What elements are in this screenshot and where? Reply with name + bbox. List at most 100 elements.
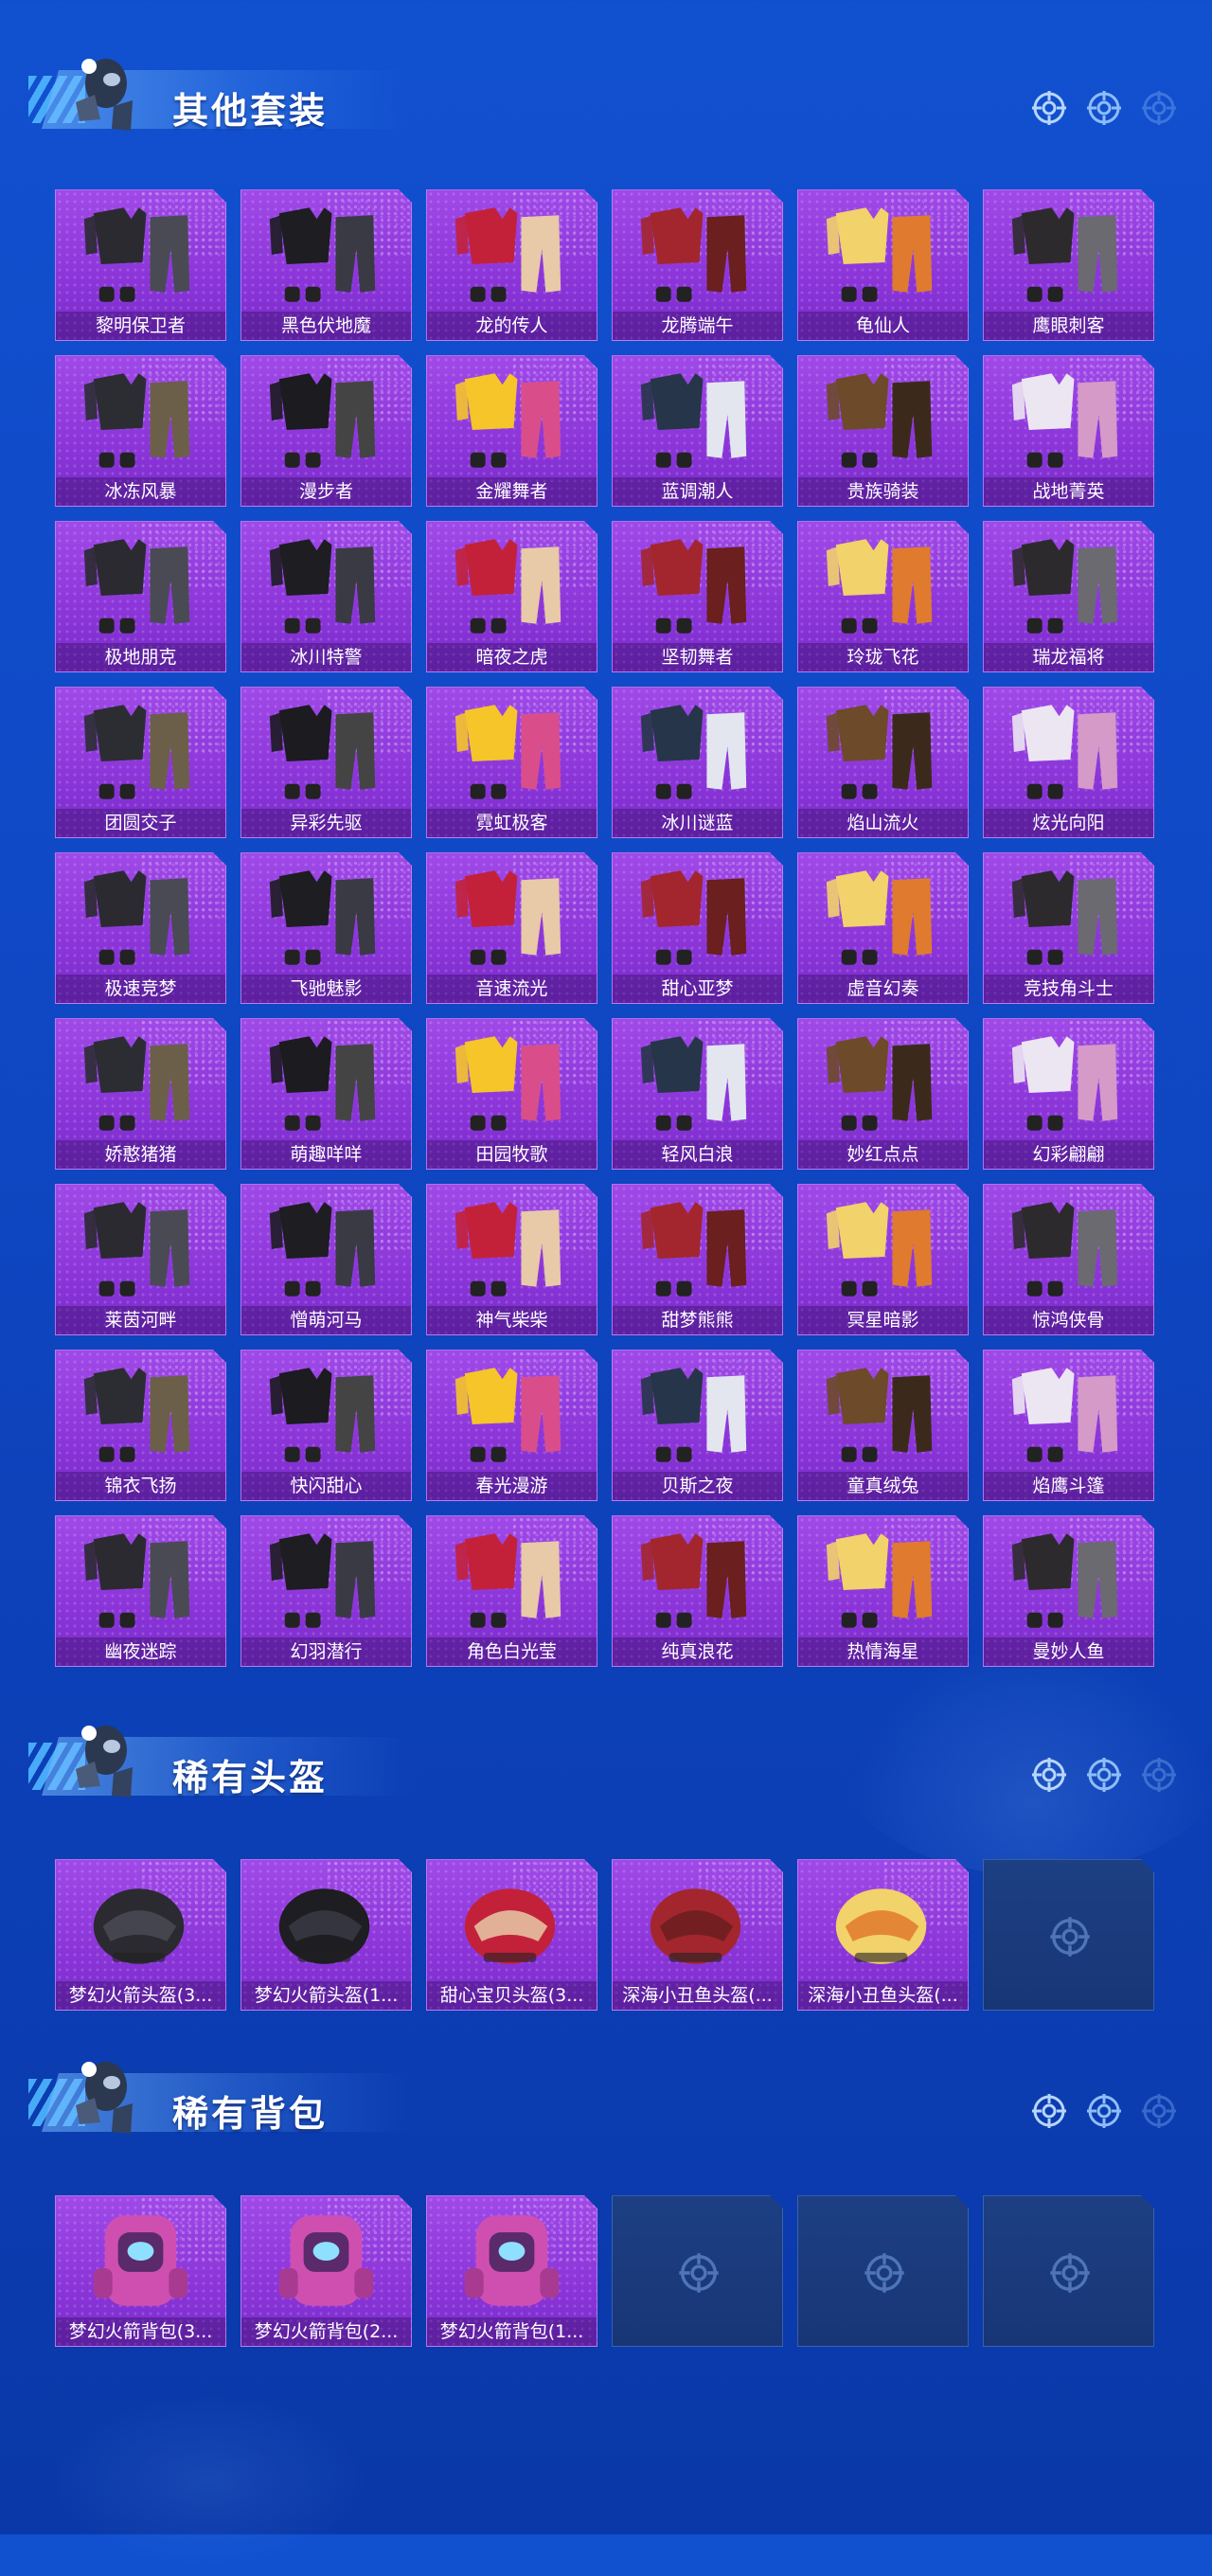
outfit-card[interactable]: 惊鸿侠骨 [983, 1184, 1154, 1335]
outfit-card[interactable]: 妙红点点 [797, 1018, 969, 1170]
outfit-card[interactable]: 瑞龙福将 [983, 521, 1154, 672]
outfit-art [56, 1356, 225, 1472]
outfit-card[interactable]: 暗夜之虎 [426, 521, 597, 672]
empty-slot [612, 2195, 783, 2347]
item-name: 童真绒兔 [798, 1472, 968, 1500]
item-name: 黎明保卫者 [56, 312, 225, 340]
outfit-card[interactable]: 竞技角斗士 [983, 852, 1154, 1004]
item-name: 竞技角斗士 [984, 975, 1153, 1003]
outfit-card[interactable]: 贵族骑装 [797, 355, 969, 507]
item-name: 甜梦熊熊 [613, 1306, 782, 1334]
outfit-card[interactable]: 甜梦熊熊 [612, 1184, 783, 1335]
outfit-art [56, 859, 225, 975]
outfit-card[interactable]: 黎明保卫者 [55, 189, 226, 341]
outfit-card[interactable]: 幽夜迷踪 [55, 1515, 226, 1667]
outfit-card[interactable]: 轻风白浪 [612, 1018, 783, 1170]
outfit-card[interactable]: 焰山流火 [797, 687, 969, 838]
outfit-card[interactable]: 坚韧舞者 [612, 521, 783, 672]
helmet-card[interactable]: 深海小丑鱼头盔(... [797, 1859, 969, 2011]
outfit-card[interactable]: 曼妙人鱼 [983, 1515, 1154, 1667]
item-name: 飞驰魅影 [241, 975, 411, 1003]
item-name: 梦幻火箭背包(1... [427, 2317, 597, 2346]
outfit-card[interactable]: 童真绒兔 [797, 1350, 969, 1501]
item-name: 春光漫游 [427, 1472, 597, 1500]
outfit-card[interactable]: 娇憨猪猪 [55, 1018, 226, 1170]
outfit-card[interactable]: 玲珑飞花 [797, 521, 969, 672]
outfit-art [427, 196, 597, 312]
outfit-card[interactable]: 音速流光 [426, 852, 597, 1004]
outfit-card[interactable]: 炫光向阳 [983, 687, 1154, 838]
outfit-card[interactable]: 春光漫游 [426, 1350, 597, 1501]
outfit-card[interactable]: 龙的传人 [426, 189, 597, 341]
outfit-card[interactable]: 战地菁英 [983, 355, 1154, 507]
outfit-card[interactable]: 异彩先驱 [241, 687, 412, 838]
outfit-art [241, 859, 411, 975]
item-name: 惊鸿侠骨 [984, 1306, 1153, 1334]
item-name: 冰川特警 [241, 643, 411, 671]
outfit-card[interactable]: 快闪甜心 [241, 1350, 412, 1501]
outfit-card[interactable]: 蓝调潮人 [612, 355, 783, 507]
outfit-card[interactable]: 焰鹰斗篷 [983, 1350, 1154, 1501]
outfit-art [427, 1190, 597, 1306]
outfit-card[interactable]: 龙腾端午 [612, 189, 783, 341]
backpack-card[interactable]: 梦幻火箭背包(3... [55, 2195, 226, 2347]
outfit-card[interactable]: 极地朋克 [55, 521, 226, 672]
helmet-card[interactable]: 甜心宝贝头盔(3... [426, 1859, 597, 2011]
item-name: 甜心宝贝头盔(3... [427, 1981, 597, 2010]
item-name: 坚韧舞者 [613, 643, 782, 671]
outfit-card[interactable]: 甜心亚梦 [612, 852, 783, 1004]
helmet-grid: 梦幻火箭头盔(3... 梦幻火箭头盔(1... 甜心宝贝头盔(3... 深海小丑鱼头盔… [55, 1859, 1154, 2011]
outfit-card[interactable]: 憎萌河马 [241, 1184, 412, 1335]
outfit-card[interactable]: 锦衣飞扬 [55, 1350, 226, 1501]
outfit-card[interactable]: 热情海星 [797, 1515, 969, 1667]
outfit-card[interactable]: 冰冻风暴 [55, 355, 226, 507]
outfit-card[interactable]: 团圆交子 [55, 687, 226, 838]
outfit-card[interactable]: 金耀舞者 [426, 355, 597, 507]
outfit-card[interactable]: 极速竞梦 [55, 852, 226, 1004]
outfit-card[interactable]: 幻羽潜行 [241, 1515, 412, 1667]
backpack-card[interactable]: 梦幻火箭背包(2... [241, 2195, 412, 2347]
outfit-card[interactable]: 田园牧歌 [426, 1018, 597, 1170]
outfit-card[interactable]: 漫步者 [241, 355, 412, 507]
crosshair-icon [1032, 2094, 1066, 2128]
outfit-card[interactable]: 纯真浪花 [612, 1515, 783, 1667]
item-name: 龙腾端午 [613, 312, 782, 340]
outfit-card[interactable]: 贝斯之夜 [612, 1350, 783, 1501]
item-name: 玲珑飞花 [798, 643, 968, 671]
helmet-art [56, 1866, 225, 1981]
outfit-card[interactable]: 黑色伏地魔 [241, 189, 412, 341]
outfit-card[interactable]: 神气柴柴 [426, 1184, 597, 1335]
empty-slot [983, 2195, 1154, 2347]
outfit-art [241, 1025, 411, 1140]
empty-slot [797, 2195, 969, 2347]
outfit-card[interactable]: 龟仙人 [797, 189, 969, 341]
mascot-icon [76, 59, 133, 131]
outfit-card[interactable]: 冰川谜蓝 [612, 687, 783, 838]
helmet-card[interactable]: 梦幻火箭头盔(3... [55, 1859, 226, 2011]
outfit-card[interactable]: 冥星暗影 [797, 1184, 969, 1335]
helmet-card[interactable]: 深海小丑鱼头盔(... [612, 1859, 783, 2011]
outfit-art [427, 859, 597, 975]
item-name: 田园牧歌 [427, 1140, 597, 1169]
outfit-art [56, 528, 225, 643]
outfit-card[interactable]: 幻彩翩翩 [983, 1018, 1154, 1170]
crosshair-icon [1142, 91, 1176, 125]
section-rare-backpacks: 稀有背包 梦幻火箭背包(3... 梦幻火箭背包(2... 梦幻火箭背包(1... [0, 2041, 1212, 2145]
outfit-card[interactable]: 鹰眼刺客 [983, 189, 1154, 341]
outfit-card[interactable]: 虚音幻奏 [797, 852, 969, 1004]
outfit-card[interactable]: 角色白光莹 [426, 1515, 597, 1667]
outfit-art [56, 1190, 225, 1306]
crosshair-icon [1048, 2251, 1092, 2295]
item-name: 霓虹极客 [427, 809, 597, 837]
outfit-art [613, 1190, 782, 1306]
outfit-card[interactable]: 霓虹极客 [426, 687, 597, 838]
outfit-art [798, 1190, 968, 1306]
outfit-art [241, 362, 411, 477]
outfit-art [613, 693, 782, 809]
outfit-card[interactable]: 莱茵河畔 [55, 1184, 226, 1335]
helmet-card[interactable]: 梦幻火箭头盔(1... [241, 1859, 412, 2011]
outfit-card[interactable]: 冰川特警 [241, 521, 412, 672]
backpack-card[interactable]: 梦幻火箭背包(1... [426, 2195, 597, 2347]
outfit-card[interactable]: 萌趣咩咩 [241, 1018, 412, 1170]
outfit-card[interactable]: 飞驰魅影 [241, 852, 412, 1004]
